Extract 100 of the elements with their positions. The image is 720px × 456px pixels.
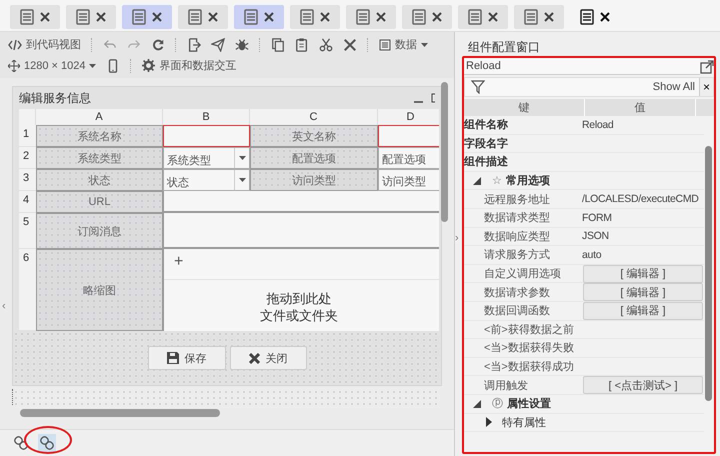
clear-button[interactable]: × bbox=[699, 78, 713, 96]
close-icon bbox=[248, 352, 260, 364]
collapse-icon[interactable] bbox=[472, 176, 482, 185]
editor-button[interactable]: [ 编辑器 ] bbox=[583, 302, 703, 320]
save-button[interactable]: 保存 bbox=[148, 346, 226, 370]
property-key: 请求服务方式 bbox=[464, 247, 582, 262]
property-key: 字段名字 bbox=[464, 136, 582, 151]
send-icon[interactable] bbox=[211, 38, 225, 52]
editor-tab[interactable] bbox=[234, 5, 284, 29]
close-icon[interactable] bbox=[264, 12, 274, 22]
field-label: 配置选项 bbox=[250, 147, 378, 169]
text-field[interactable] bbox=[163, 125, 250, 147]
data-menu-button[interactable]: 数据 bbox=[379, 37, 428, 52]
editor-button[interactable]: [ 编辑器 ] bbox=[583, 264, 703, 283]
close-icon[interactable] bbox=[208, 12, 218, 22]
group-label[interactable]: 特有属性 bbox=[502, 414, 546, 430]
code-icon bbox=[8, 40, 22, 50]
drop-hint: 文件或文件夹 bbox=[260, 307, 338, 324]
caret-icon bbox=[238, 178, 246, 182]
close-icon[interactable] bbox=[40, 12, 50, 22]
collapse-icon[interactable] bbox=[472, 400, 482, 408]
editor-tab[interactable] bbox=[122, 5, 172, 29]
upload-area[interactable]: + 拖动到此处 文件或文件夹 bbox=[163, 249, 439, 331]
editor-tab[interactable] bbox=[66, 5, 116, 29]
form-icon bbox=[244, 9, 258, 25]
link-view-toggle[interactable] bbox=[12, 434, 30, 452]
property-key: 自定义调用选项 bbox=[464, 266, 582, 282]
form-title: 编辑服务信息 bbox=[19, 90, 91, 106]
add-icon[interactable]: + bbox=[174, 253, 184, 270]
text-field[interactable]: 配置选项 bbox=[378, 147, 439, 169]
close-icon[interactable] bbox=[152, 12, 162, 22]
property-value: Reload bbox=[582, 118, 614, 131]
property-key: 数据请求参数 bbox=[464, 284, 582, 300]
filter-label[interactable]: Show All bbox=[485, 81, 699, 93]
property-key: <当>数据获得失败 bbox=[464, 340, 582, 356]
editor-tab[interactable] bbox=[290, 5, 340, 29]
move-icon bbox=[8, 60, 20, 72]
panel-title: 组件配置窗口 bbox=[467, 39, 541, 56]
resolution-dropdown[interactable]: 1280 × 1024 bbox=[8, 60, 96, 72]
close-icon[interactable] bbox=[320, 12, 330, 22]
property-key: 数据响应类型 bbox=[464, 228, 582, 244]
text-field[interactable] bbox=[378, 125, 439, 147]
editor-tab[interactable] bbox=[514, 5, 564, 29]
export-icon[interactable] bbox=[187, 38, 201, 52]
delete-icon[interactable] bbox=[343, 38, 357, 52]
editor-tab[interactable] bbox=[458, 5, 508, 29]
maximize-icon[interactable] bbox=[431, 93, 435, 103]
close-icon[interactable] bbox=[544, 12, 554, 22]
editor-tab[interactable] bbox=[10, 5, 60, 29]
editor-button[interactable]: [ 编辑器 ] bbox=[583, 283, 703, 302]
refresh-icon[interactable] bbox=[151, 38, 165, 52]
search-field[interactable]: Reload bbox=[464, 58, 700, 75]
field-label: 英文名称 bbox=[250, 125, 378, 147]
field-label: 订阅消息 bbox=[36, 213, 163, 249]
scrollbar[interactable] bbox=[441, 82, 448, 222]
editor-tab[interactable] bbox=[402, 5, 452, 29]
dropdown-field[interactable]: 系统类型 bbox=[163, 147, 250, 169]
close-icon[interactable] bbox=[96, 12, 106, 22]
property-key: 远程服务地址 bbox=[464, 192, 582, 207]
editor-button[interactable]: [ <点击测试> ] bbox=[583, 376, 703, 394]
collapse-left-arrow[interactable]: ‹ bbox=[2, 300, 6, 312]
text-field[interactable] bbox=[163, 191, 439, 213]
close-icon[interactable] bbox=[432, 12, 442, 22]
paste-icon[interactable] bbox=[295, 38, 309, 52]
form-icon bbox=[524, 9, 538, 25]
form-icon bbox=[356, 9, 370, 25]
expand-icon[interactable] bbox=[484, 417, 494, 428]
copy-icon[interactable] bbox=[271, 38, 285, 52]
collapse-right-arrow[interactable]: › bbox=[455, 232, 459, 244]
close-icon[interactable] bbox=[600, 12, 610, 22]
property-key: <前>获得数据之前 bbox=[464, 322, 582, 337]
bug-icon[interactable] bbox=[235, 38, 249, 52]
property-key: 组件描述 bbox=[464, 154, 582, 170]
text-field[interactable] bbox=[163, 213, 439, 249]
editor-tab[interactable] bbox=[346, 5, 396, 29]
cut-icon[interactable] bbox=[319, 38, 333, 52]
form-icon bbox=[132, 9, 146, 25]
close-button[interactable]: 关闭 bbox=[230, 346, 306, 370]
property-key: 数据请求类型 bbox=[464, 210, 582, 226]
group-label[interactable]: 常用选项 bbox=[506, 173, 550, 188]
dropdown-field[interactable]: 状态 bbox=[163, 169, 250, 191]
property-key: 数据回调函数 bbox=[464, 303, 582, 318]
close-icon[interactable] bbox=[376, 12, 386, 22]
form-icon bbox=[76, 9, 90, 25]
close-icon[interactable] bbox=[488, 12, 498, 22]
text-field[interactable]: 访问类型 bbox=[378, 169, 439, 191]
highlight-ellipse bbox=[24, 426, 72, 454]
scrollbar[interactable] bbox=[705, 146, 712, 401]
filter-icon[interactable] bbox=[471, 80, 485, 94]
code-view-button[interactable]: 到代码视图 bbox=[8, 37, 81, 52]
gear-icon bbox=[142, 59, 156, 72]
field-label: 状态 bbox=[36, 169, 163, 191]
editor-tab[interactable] bbox=[178, 5, 228, 29]
interaction-button[interactable]: 界面和数据交互 bbox=[142, 58, 236, 73]
group-label[interactable]: 属性设置 bbox=[507, 396, 551, 412]
link-view-toggle[interactable] bbox=[38, 434, 56, 452]
form-icon bbox=[188, 9, 202, 25]
scrollbar[interactable] bbox=[20, 409, 220, 417]
group-symbol: ☆ bbox=[492, 174, 502, 188]
popout-icon[interactable] bbox=[700, 60, 714, 74]
